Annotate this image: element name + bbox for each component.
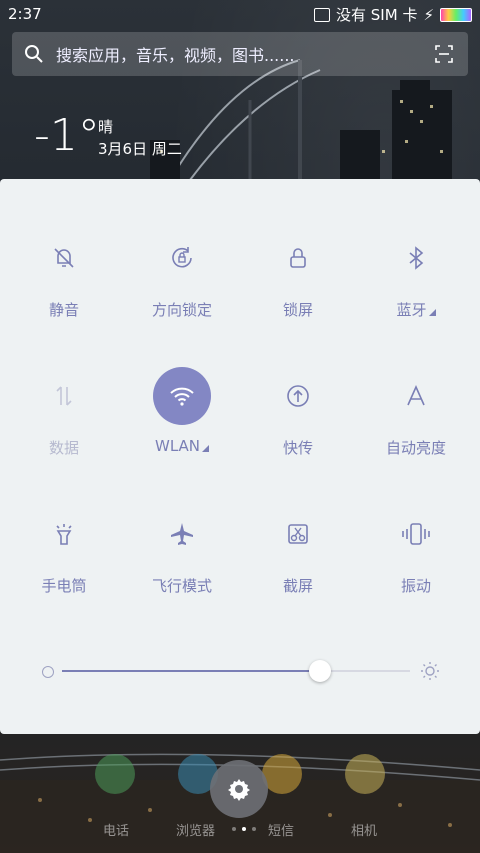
quick-transfer-icon: [269, 367, 327, 425]
messages-app-icon[interactable]: [262, 754, 302, 794]
lock-icon: [269, 229, 327, 287]
tile-label: 方向锁定: [151, 301, 212, 319]
brightness-high-icon: [421, 662, 439, 680]
settings-button[interactable]: [210, 760, 268, 818]
dock-label-camera: 相机: [351, 824, 378, 839]
quick-settings-panel: 静音 方向锁定 锁屏 蓝牙 数据 WLAN 快传 自动亮度 手电筒 飞行模式 截…: [0, 179, 480, 734]
scan-icon[interactable]: [434, 44, 454, 64]
screenshot-icon: [269, 505, 327, 563]
battery-icon: [440, 7, 472, 22]
vibrate-icon: [387, 505, 445, 563]
tile-quick-transfer[interactable]: 快传: [238, 367, 358, 477]
search-bar[interactable]: 搜索应用，音乐，视频，图书......: [12, 32, 468, 76]
mobile-data-icon: [35, 367, 93, 425]
page-indicator: [232, 827, 256, 831]
tile-mobile-data[interactable]: 数据: [4, 367, 124, 477]
tile-label: 自动亮度: [385, 439, 446, 457]
camera-app-icon[interactable]: [345, 754, 385, 794]
bell-off-icon: [35, 229, 93, 287]
tile-label: 锁屏: [282, 301, 313, 319]
tile-airplane-mode[interactable]: 飞行模式: [122, 505, 242, 615]
brightness-slider[interactable]: [42, 660, 442, 682]
tile-screenshot[interactable]: 截屏: [238, 505, 358, 615]
tile-vibrate[interactable]: 振动: [356, 505, 476, 615]
tile-label: 飞行模式: [151, 577, 212, 595]
tile-label: 数据: [48, 439, 79, 457]
flashlight-icon: [35, 505, 93, 563]
tile-flashlight[interactable]: 手电筒: [4, 505, 124, 615]
wifi-icon: [153, 367, 211, 425]
phone-app-icon[interactable]: [95, 754, 135, 794]
temperature: -1°: [34, 110, 100, 161]
tile-wlan[interactable]: WLAN: [122, 367, 242, 477]
expand-indicator-icon: [202, 445, 209, 452]
no-sim-icon: [314, 7, 331, 22]
gear-icon: [228, 779, 250, 801]
dock-label-phone: 电话: [103, 824, 130, 839]
tile-label: 静音: [48, 301, 79, 319]
rotation-lock-icon: [153, 229, 211, 287]
tile-label: WLAN: [154, 437, 200, 455]
tile-label: 振动: [400, 577, 431, 595]
bluetooth-icon: [387, 229, 445, 287]
tile-lock-screen[interactable]: 锁屏: [238, 229, 358, 339]
weather-date: 3月6日 周二: [98, 140, 182, 158]
airplane-icon: [153, 505, 211, 563]
status-bar: 2:37 没有 SIM 卡 ⚡: [0, 0, 480, 28]
search-icon: [25, 45, 43, 63]
tile-mute[interactable]: 静音: [4, 229, 124, 339]
tile-rotation-lock[interactable]: 方向锁定: [122, 229, 242, 339]
brightness-low-icon: [42, 666, 54, 678]
page-dot: [232, 827, 236, 831]
tile-label: 快传: [282, 439, 313, 457]
tile-auto-brightness[interactable]: 自动亮度: [356, 367, 476, 477]
auto-brightness-icon: [387, 367, 445, 425]
expand-indicator-icon: [428, 309, 436, 316]
dock-label-messages: 短信: [268, 824, 295, 839]
tile-label: 手电筒: [41, 577, 87, 595]
page-dot: [252, 827, 256, 831]
weather-condition: 晴: [98, 118, 114, 136]
dock-label-browser: 浏览器: [176, 824, 216, 839]
tile-bluetooth[interactable]: 蓝牙: [356, 229, 476, 339]
tile-label: 截屏: [282, 577, 313, 595]
sim-status: 没有 SIM 卡: [336, 6, 418, 24]
clock: 2:37: [8, 5, 42, 23]
brightness-thumb[interactable]: [308, 660, 331, 682]
tile-label: 蓝牙: [396, 301, 427, 319]
brightness-fill: [62, 670, 320, 672]
search-placeholder: 搜索应用，音乐，视频，图书......: [56, 46, 295, 65]
charging-icon: ⚡: [423, 5, 434, 24]
page-dot-active: [242, 827, 246, 831]
